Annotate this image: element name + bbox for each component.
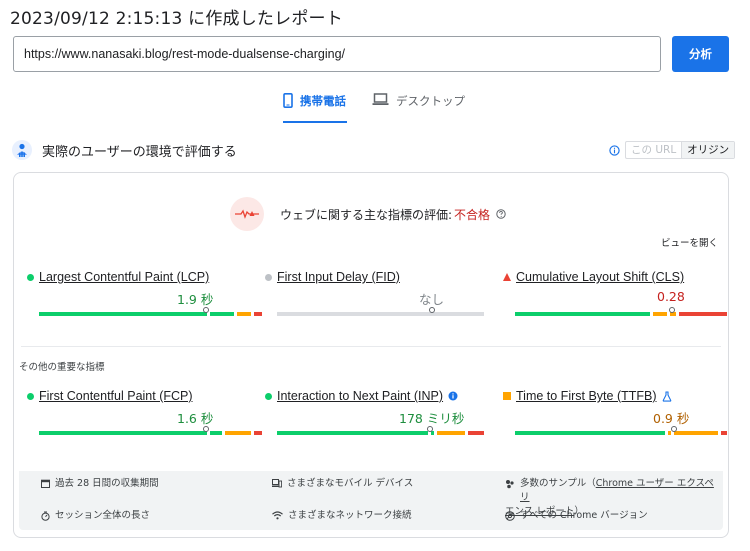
scope-origin-button[interactable]: オリジン: [682, 142, 735, 158]
data-info-panel: 過去 28 日間の収集期間 さまざまなモバイル デバイス 多数のサンプル（Chr…: [19, 471, 723, 530]
scope-toggle[interactable]: この URL オリジン: [625, 141, 736, 159]
report-timestamp: 2023/09/12 2:15:13 に作成したレポート: [10, 9, 343, 29]
fail-gauge-icon: [230, 197, 264, 231]
cwv-assessment: ウェブに関する主な指標の評価: 不合格: [230, 197, 506, 231]
assessment-label: ウェブに関する主な指標の評価:: [280, 207, 453, 222]
metric-cls-name[interactable]: Cumulative Layout Shift (CLS): [516, 270, 684, 284]
metric-fid-bar: [277, 312, 484, 316]
experimental-info-icon[interactable]: [448, 391, 458, 401]
metric-ttfb-bar: [515, 431, 727, 435]
chrome-versions: すべての Chrome バージョン: [505, 509, 648, 523]
experimental-flask-icon[interactable]: [662, 390, 672, 402]
wifi-icon: [272, 511, 283, 520]
metric-cls-value: 0.28: [657, 289, 685, 304]
metric-fcp-name[interactable]: First Contentful Paint (FCP): [39, 389, 193, 403]
tab-mobile-label: 携帯電話: [300, 94, 346, 108]
metric-lcp-name[interactable]: Largest Contentful Paint (LCP): [39, 270, 209, 284]
good-indicator-icon: [27, 392, 34, 400]
devices-icon: [272, 479, 282, 488]
laptop-icon: [372, 93, 389, 105]
analyze-button[interactable]: 分析: [672, 36, 729, 72]
help-icon[interactable]: [496, 209, 506, 219]
section-divider: [21, 346, 721, 347]
metric-cls-bar: [515, 312, 727, 316]
average-indicator-icon: [503, 392, 511, 400]
metric-inp-bar: [277, 431, 484, 435]
field-data-title: 実際のユーザーの環境で評価する: [42, 144, 237, 160]
url-input[interactable]: [13, 36, 661, 72]
scope-url-button[interactable]: この URL: [626, 142, 683, 158]
expand-view-link[interactable]: ビューを開く: [661, 235, 718, 249]
chrome-icon: [505, 511, 515, 521]
metric-inp-value: 178 ミリ秒: [399, 411, 465, 426]
metric-fid-value: なし: [419, 292, 445, 307]
metric-fcp-bar: [39, 431, 262, 435]
metric-lcp-value: 1.9 秒: [177, 292, 214, 307]
metric-cls-marker: [668, 307, 675, 313]
assessment-result: 不合格: [454, 207, 491, 222]
smartphone-icon: [283, 93, 293, 108]
tab-desktop-label: デスクトップ: [396, 94, 465, 108]
info-icon[interactable]: [609, 145, 620, 156]
metric-fid-name[interactable]: First Input Delay (FID): [277, 270, 400, 284]
metric-ttfb-marker: [671, 426, 677, 432]
metric-inp-name[interactable]: Interaction to Next Paint (INP): [277, 389, 443, 403]
metric-ttfb-name[interactable]: Time to First Byte (TTFB): [516, 389, 657, 403]
calendar-icon: [41, 479, 50, 488]
metric-fcp-value: 1.6 秒: [177, 411, 214, 426]
metric-ttfb-value: 0.9 秒: [653, 411, 690, 426]
poor-indicator-icon: [503, 273, 511, 281]
metric-lcp-bar: [39, 312, 262, 316]
good-indicator-icon: [265, 392, 272, 400]
good-indicator-icon: [27, 273, 34, 281]
field-data-header: 実際のユーザーの環境で評価する: [12, 140, 237, 160]
collection-period: 過去 28 日間の収集期間: [41, 477, 159, 491]
tab-desktop[interactable]: デスクトップ: [372, 93, 465, 123]
tab-mobile[interactable]: 携帯電話: [283, 93, 347, 123]
device-variety: さまざまなモバイル デバイス: [272, 477, 413, 491]
samples-icon: [506, 480, 514, 489]
no-data-indicator-icon: [265, 273, 272, 281]
users-field-icon: [12, 140, 32, 160]
session-length: セッション全体の長さ: [41, 509, 150, 523]
timer-icon: [41, 511, 50, 521]
network-variety: さまざまなネットワーク接続: [272, 509, 412, 523]
other-metrics-label: その他の重要な指標: [19, 362, 105, 373]
